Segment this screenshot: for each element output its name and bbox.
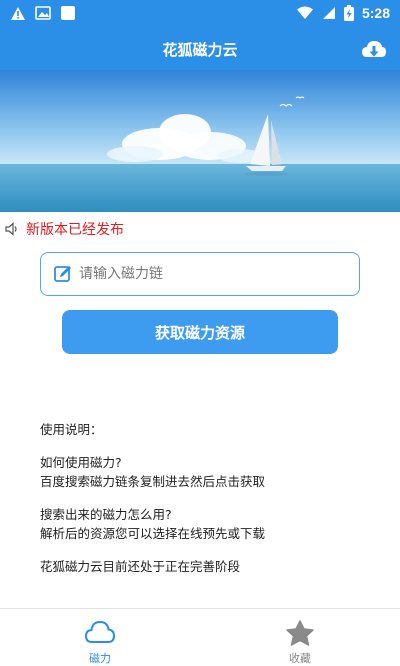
edit-icon	[54, 266, 71, 282]
answer-2: 解析后的资源您可以选择在线预先或下载	[40, 526, 266, 541]
question-1: 如何使用磁力?	[40, 455, 122, 470]
nav-tab-favorites-label: 收藏	[289, 652, 311, 665]
nav-tab-favorites[interactable]: 收藏	[200, 609, 400, 666]
banner-image	[0, 70, 400, 212]
download-button[interactable]	[360, 36, 388, 64]
cloud-icon	[84, 620, 116, 643]
magnet-input[interactable]	[79, 266, 349, 282]
usage-instructions: 使用说明： 如何使用磁力? 百度搜索磁力链条复制进去然后点击获取 搜索出来的磁力…	[40, 420, 380, 590]
status-bar: 5:28	[0, 0, 400, 30]
download-icon	[362, 41, 386, 57]
signal-icon	[322, 7, 335, 19]
page-title: 花狐磁力云	[162, 41, 238, 59]
instructions-heading: 使用说明：	[40, 422, 103, 437]
battery-charging-icon	[343, 5, 354, 21]
status-time: 5:28	[361, 5, 390, 21]
fetch-magnet-button[interactable]: 获取磁力资源	[62, 310, 338, 354]
app-icon	[61, 6, 75, 20]
speaker-icon	[5, 222, 17, 236]
bottom-nav: 磁力 收藏	[0, 608, 400, 666]
magnet-input-container[interactable]	[40, 252, 360, 296]
star-icon	[286, 620, 314, 646]
update-notice[interactable]: 新版本已经发布	[4, 219, 124, 239]
answer-1: 百度搜索磁力链条复制进去然后点击获取	[40, 474, 266, 489]
image-icon	[35, 6, 51, 20]
wifi-icon	[296, 6, 313, 19]
notice-text: 新版本已经发布	[26, 222, 124, 238]
warning-icon	[11, 6, 25, 20]
status-note: 花狐磁力云目前还处于正在完善阶段	[40, 559, 241, 574]
nav-tab-magnet[interactable]: 磁力	[0, 609, 200, 666]
question-2: 搜索出来的磁力怎么用?	[40, 507, 172, 522]
app-header: 花狐磁力云	[0, 30, 400, 70]
nav-tab-magnet-label: 磁力	[89, 652, 111, 665]
